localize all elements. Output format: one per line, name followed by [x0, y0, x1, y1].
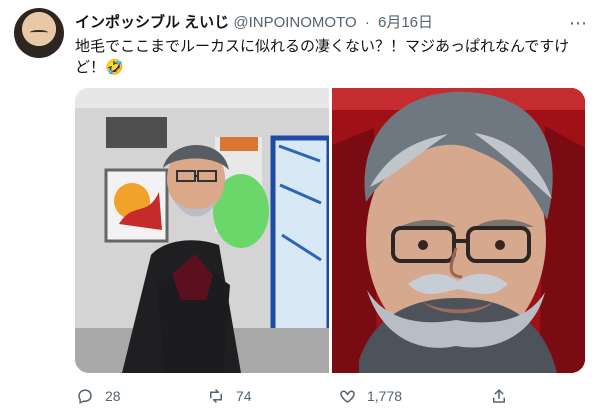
avatar[interactable] — [14, 8, 64, 58]
tweet-header: インポッシブル えいじ @INPOINOMOTO · 6月16日 — [75, 11, 433, 32]
tweet-card: インポッシブル えいじ @INPOINOMOTO · 6月16日 ⋯ 地毛でここ… — [0, 0, 600, 419]
header-separator: · — [364, 14, 370, 31]
comment-icon — [75, 386, 95, 406]
retweet-count: 74 — [236, 388, 252, 404]
tweet-date[interactable]: 6月16日 — [378, 14, 433, 31]
reply-count: 28 — [105, 388, 121, 404]
retweet-button[interactable]: 74 — [206, 386, 252, 406]
left-photo[interactable] — [75, 88, 329, 373]
tweet-actions: 28 74 1,778 — [75, 386, 585, 408]
like-button[interactable]: 1,778 — [337, 386, 402, 406]
more-options-icon[interactable]: ⋯ — [569, 13, 588, 34]
right-photo[interactable] — [332, 88, 585, 373]
user-handle[interactable]: @INPOINOMOTO — [233, 14, 356, 31]
like-count: 1,778 — [367, 388, 403, 404]
retweet-icon — [206, 386, 226, 406]
left-photo-art — [75, 88, 329, 373]
reply-button[interactable]: 28 — [75, 386, 121, 406]
media-grid[interactable] — [75, 88, 585, 373]
share-button[interactable] — [489, 386, 509, 406]
share-icon — [489, 386, 509, 406]
display-name[interactable]: インポッシブル えいじ — [75, 14, 229, 31]
right-photo-art — [332, 88, 585, 373]
heart-icon — [337, 386, 357, 406]
tweet-text: 地毛でここまでルーカスに似れるの凄くない？！マジあっぱれなんですけど！🤣 — [75, 38, 570, 76]
